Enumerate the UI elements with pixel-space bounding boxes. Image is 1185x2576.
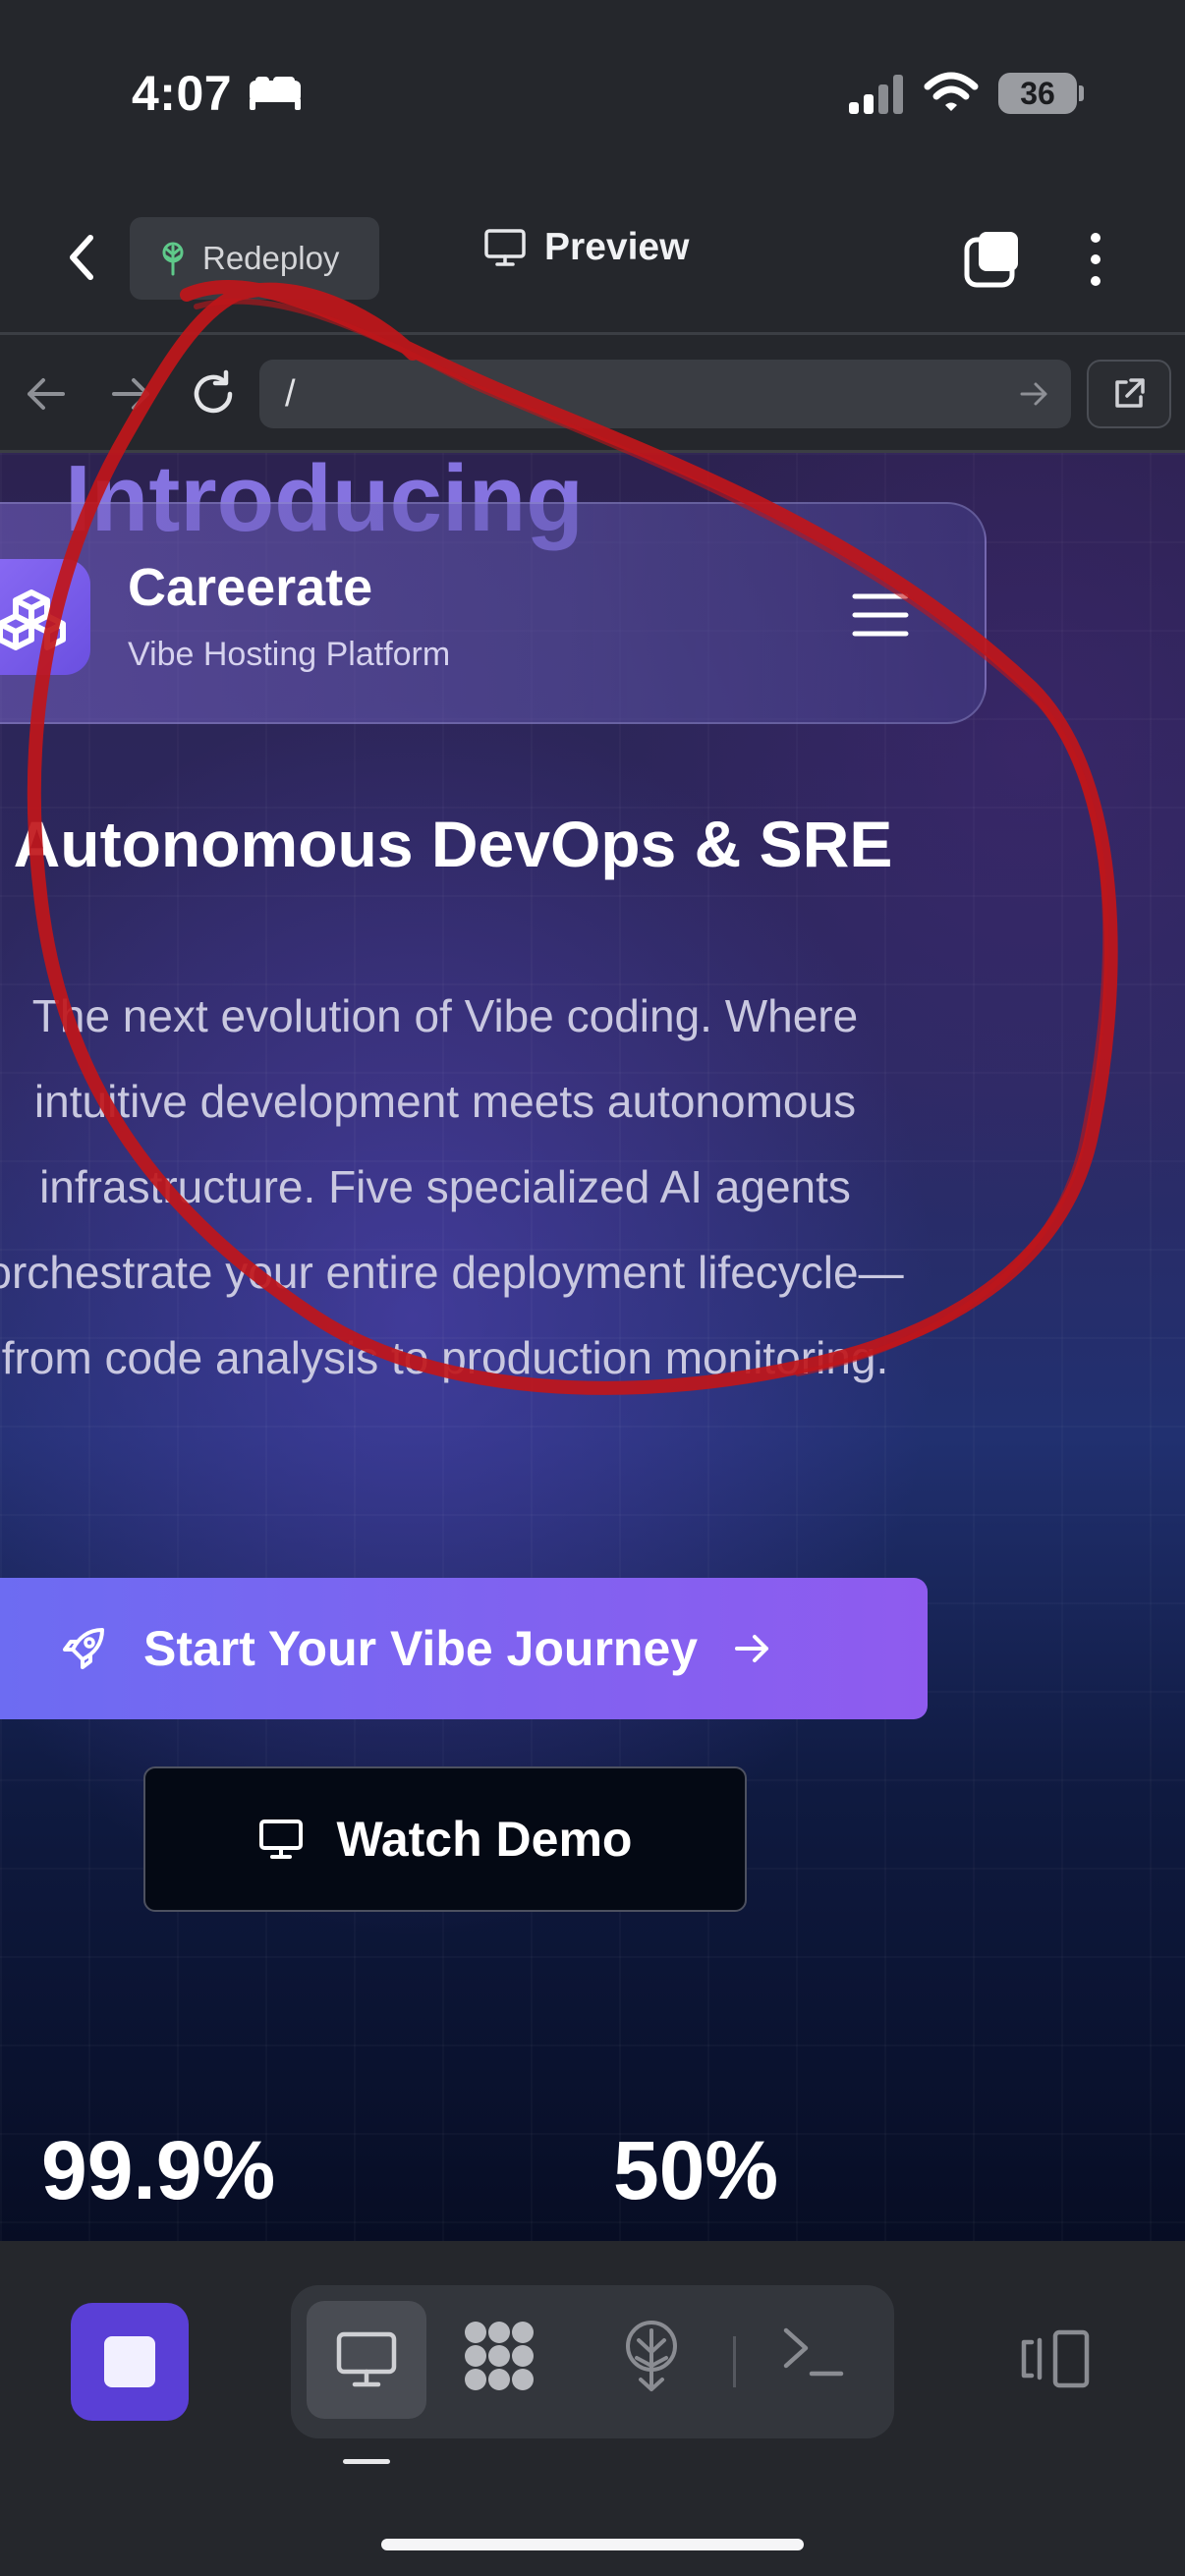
preview-tab[interactable]: Preview (483, 226, 689, 269)
go-arrow-icon[interactable] (1020, 381, 1049, 407)
site-brand-name[interactable]: Careerate (128, 557, 372, 618)
status-time: 4:07 (132, 66, 233, 121)
hero-description: The next evolution of Vibe coding. Where… (0, 990, 904, 1383)
start-journey-label: Start Your Vibe Journey (143, 1621, 699, 1676)
battery-indicator: 36 (998, 73, 1077, 114)
preview-label: Preview (544, 226, 690, 268)
deploy-tree-icon (162, 242, 184, 276)
stat-value: 99.9% (41, 2124, 276, 2216)
terminal-icon[interactable] (780, 2323, 845, 2381)
sleep-focus-icon (250, 77, 301, 110)
reload-icon[interactable] (189, 369, 238, 419)
start-journey-button[interactable]: Start Your Vibe Journey (0, 1578, 928, 1719)
hero-title: Autonomous DevOps & SRE (13, 808, 893, 880)
url-path: / (285, 372, 296, 415)
nav-forward-arrow-icon[interactable] (110, 375, 153, 413)
monitor-icon (484, 229, 526, 266)
monitor-icon (258, 1820, 303, 1859)
site-logo[interactable] (0, 559, 90, 675)
tool-preview-button[interactable] (307, 2301, 426, 2419)
open-external-button[interactable] (1087, 360, 1171, 428)
stat-value: 50% (613, 2124, 779, 2216)
redeploy-label: Redeploy (202, 240, 340, 276)
watch-demo-button[interactable]: Watch Demo (143, 1766, 747, 1912)
cellular-signal-icon (849, 75, 903, 114)
web-preview[interactable]: Introducing Careerate Vibe Hosting Platf… (0, 453, 1185, 2241)
stop-icon (104, 2336, 155, 2387)
toolbar-separator (733, 2336, 736, 2387)
watch-demo-label: Watch Demo (336, 1812, 633, 1867)
more-options-icon[interactable] (1079, 230, 1112, 289)
external-link-icon (1115, 378, 1145, 408)
nav-back-arrow-icon[interactable] (24, 375, 67, 413)
active-tab-indicator (343, 2459, 390, 2464)
cubes-logo-icon (0, 589, 66, 650)
url-input[interactable]: / (259, 360, 1071, 428)
apps-icon[interactable] (462, 2319, 536, 2393)
deploy-icon[interactable] (617, 2319, 686, 2393)
monitor-icon (336, 2331, 397, 2387)
rocket-icon (63, 1628, 104, 1669)
back-chevron-icon[interactable] (57, 228, 106, 287)
redeploy-button[interactable]: Redeploy (130, 217, 379, 300)
arrow-right-icon (735, 1635, 769, 1662)
wifi-icon (924, 72, 979, 111)
hamburger-menu-icon[interactable] (851, 590, 910, 640)
tabs-icon[interactable] (963, 230, 1022, 289)
site-brand-tagline: Vibe Hosting Platform (128, 636, 451, 673)
stop-button[interactable] (71, 2303, 189, 2421)
battery-level: 36 (1020, 76, 1055, 111)
panel-toggle-icon[interactable] (1018, 2328, 1093, 2389)
home-indicator[interactable] (381, 2539, 804, 2550)
header-divider (0, 332, 1185, 335)
battery-cap (1079, 85, 1084, 101)
